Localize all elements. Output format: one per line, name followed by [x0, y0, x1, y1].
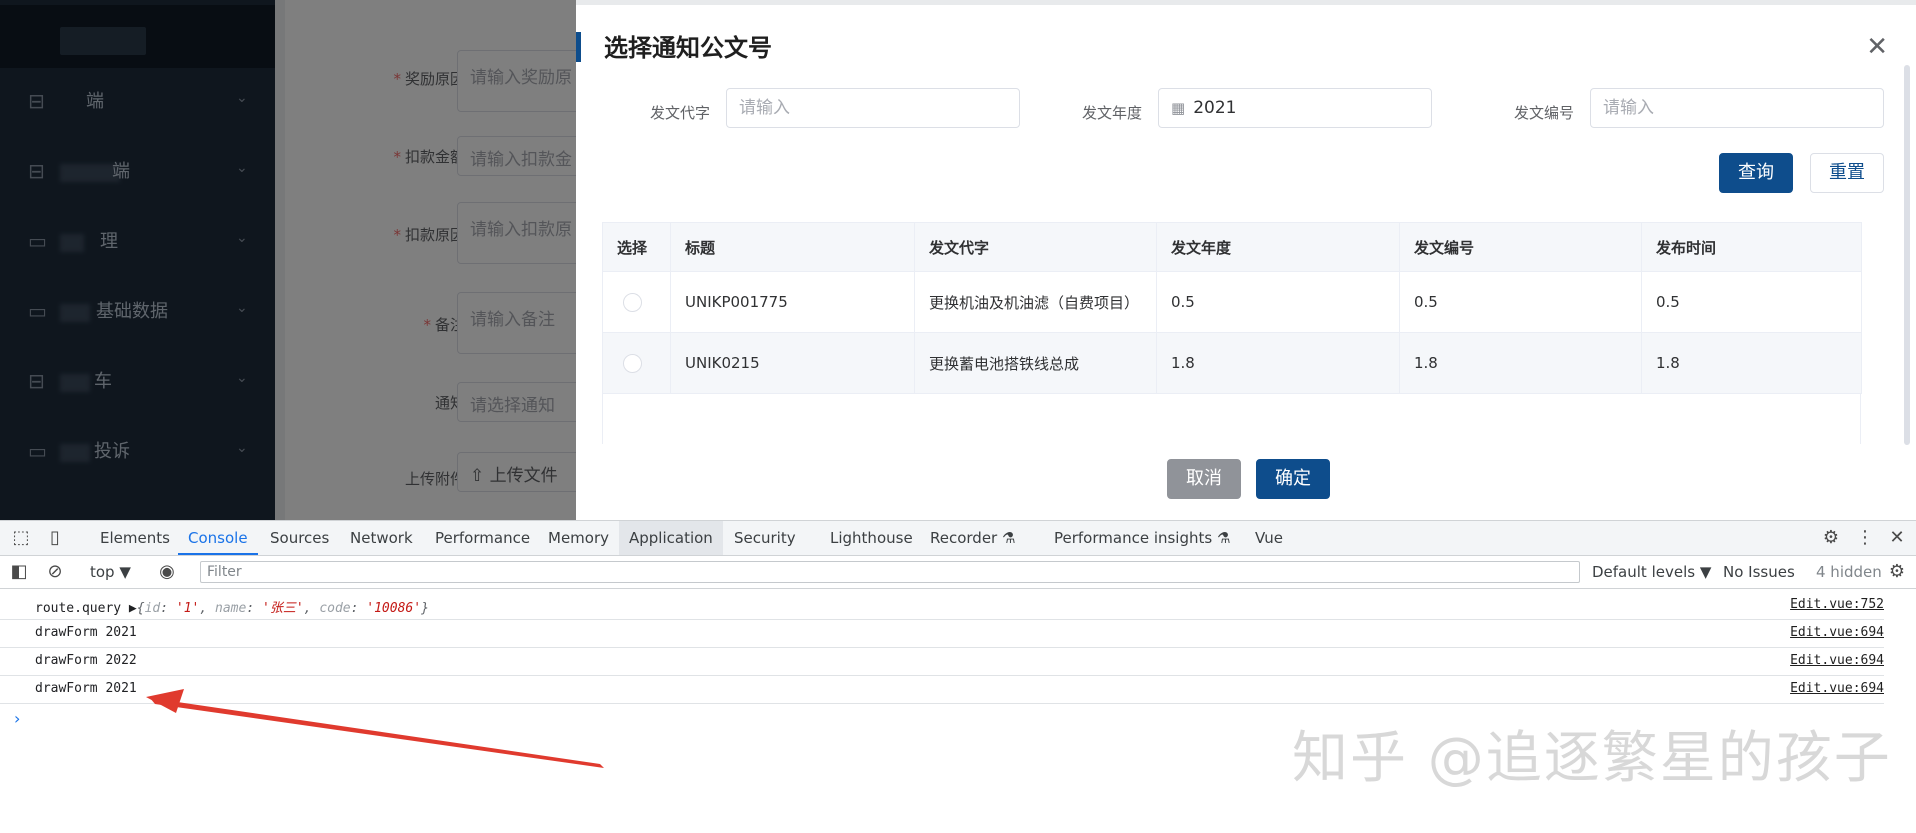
arrow-head [146, 689, 184, 713]
table-cell: UNIKP001775 [670, 271, 915, 333]
table-cell: 1.8 [1399, 332, 1642, 394]
cancel-button[interactable]: 取消 [1167, 459, 1241, 499]
doc-year-picker[interactable]: ▦ 2021 [1158, 88, 1432, 128]
column-header: 标题 [670, 222, 915, 272]
select-cell[interactable] [602, 271, 671, 333]
watermark: 知乎 @追逐繁星的孩子 [1292, 726, 1892, 791]
doc-code-input[interactable]: 请输入 [726, 88, 1020, 128]
column-header: 发布时间 [1641, 222, 1862, 272]
table-cell: 更换蓄电池搭铁线总成 [914, 332, 1157, 394]
table-row[interactable]: UNIKP001775 更换机油及机油滤（自费项目） 0.5 0.5 0.5 [602, 271, 1862, 333]
reset-button[interactable]: 重置 [1810, 153, 1884, 193]
app: ⊟ 端 ⌄ ⊟ 端 ⌄ ▭ 理 ⌄ ▭ 基础数据 ⌄ ⊟ 车 ⌄ [0, 0, 1916, 520]
table-row[interactable]: UNIK0215 更换蓄电池搭铁线总成 1.8 1.8 1.8 [602, 332, 1862, 394]
filter-label-number: 发文编号 [1514, 104, 1575, 122]
table-empty-area [602, 394, 1861, 444]
select-cell[interactable] [602, 332, 671, 394]
table-cell: 更换机油及机油滤（自费项目） [914, 271, 1157, 333]
row-radio[interactable] [623, 292, 642, 312]
table-cell: 0.5 [1399, 271, 1642, 333]
confirm-button[interactable]: 确定 [1256, 459, 1330, 499]
doc-number-input[interactable]: 请输入 [1590, 88, 1884, 128]
select-notice-drawer: 选择通知公文号 ✕ 发文代字 请输入 发文年度 ▦ 2021 发文编号 请输入 查… [576, 0, 1916, 520]
column-header: 发文年度 [1156, 222, 1400, 272]
search-button[interactable]: 查询 [1719, 153, 1793, 193]
drawer-scrollbar[interactable] [1904, 65, 1910, 445]
table-cell: 1.8 [1156, 332, 1400, 394]
column-header: 发文编号 [1399, 222, 1642, 272]
row-radio[interactable] [623, 353, 642, 373]
notice-table: 选择 标题 发文代字 发文年度 发文编号 发布时间 UNIKP001775 更换… [602, 222, 1862, 394]
table-cell: 0.5 [1156, 271, 1400, 333]
column-header: 发文代字 [914, 222, 1157, 272]
table-header: 选择 标题 发文代字 发文年度 发文编号 发布时间 [602, 222, 1862, 272]
filter-label-year: 发文年度 [1082, 104, 1143, 122]
close-icon[interactable]: ✕ [1866, 33, 1888, 61]
table-cell: UNIK0215 [670, 332, 915, 394]
title-accent-bar [576, 32, 581, 62]
calendar-icon: ▦ [1171, 99, 1186, 117]
table-cell: 0.5 [1641, 271, 1862, 333]
drawer-title: 选择通知公文号 [604, 34, 772, 62]
column-header: 选择 [602, 222, 671, 272]
filter-label-code: 发文代字 [650, 104, 711, 122]
arrow-shaft [150, 698, 604, 768]
devtools-panel: ⬚ ▯ Elements Console Sources Network Per… [0, 520, 1916, 833]
table-cell: 1.8 [1641, 332, 1862, 394]
